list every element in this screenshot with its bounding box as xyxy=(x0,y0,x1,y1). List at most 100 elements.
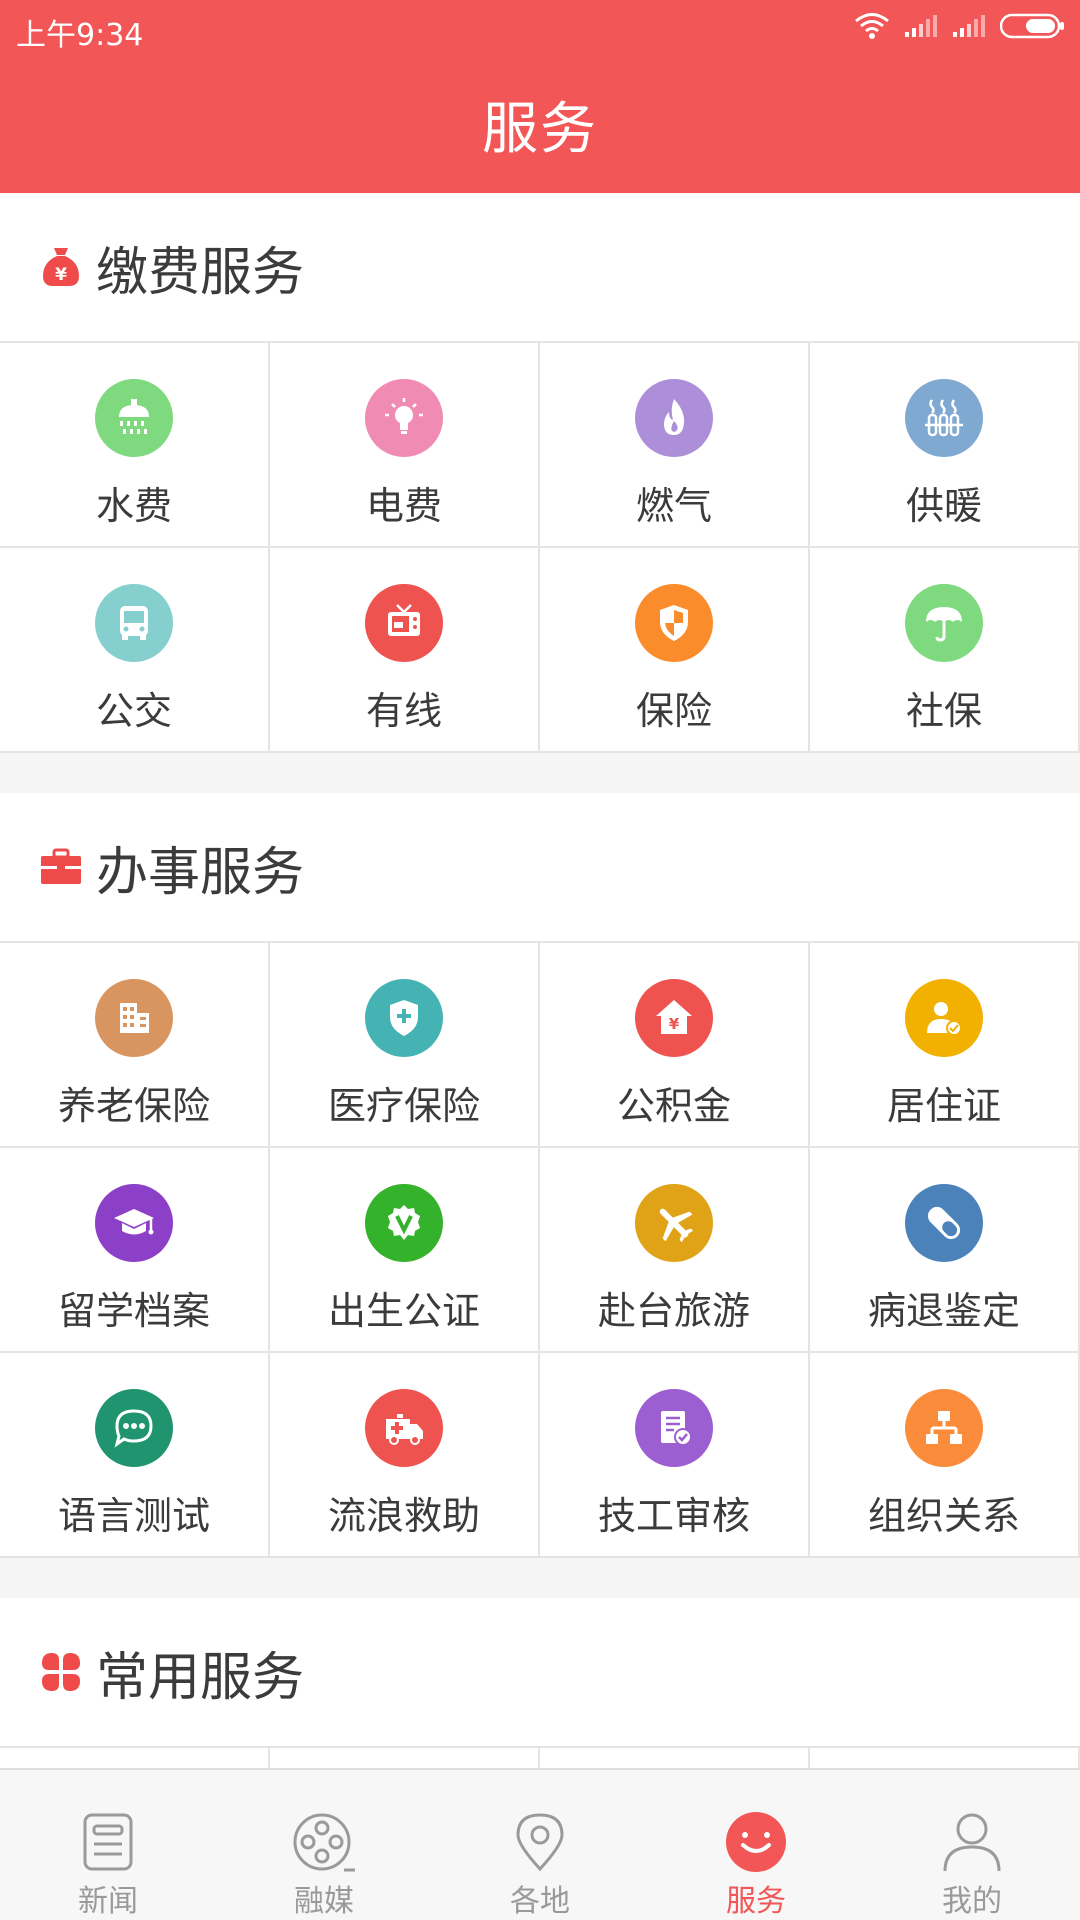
service-heating[interactable]: 供暖 xyxy=(810,343,1080,548)
section-gap xyxy=(0,1558,1080,1598)
shower-icon xyxy=(95,379,173,457)
service-label: 病退鉴定 xyxy=(867,1289,1020,1333)
affairs-services-section: 办事服务 养老保险 医疗保险 ¥ 公积金 居住证 留学档案 出生公证 赴台旅游 … xyxy=(0,793,1080,1558)
tab-label: 新闻 xyxy=(78,1884,138,1919)
service-label: 赴台旅游 xyxy=(597,1289,750,1333)
section-gap xyxy=(0,753,1080,793)
service-technician-review[interactable]: 技工审核 xyxy=(540,1353,810,1558)
service-organization-relation[interactable]: 组织关系 xyxy=(810,1353,1080,1558)
money-bag-icon: ¥ xyxy=(40,246,82,288)
service-housing-fund[interactable]: ¥ 公积金 xyxy=(540,943,810,1148)
common-services-section: 常用服务 xyxy=(0,1598,1080,1768)
film-reel-icon xyxy=(292,1810,356,1874)
person-check-icon xyxy=(905,979,983,1057)
service-label: 公积金 xyxy=(616,1084,731,1128)
service-label: 养老保险 xyxy=(57,1084,210,1128)
tab-media[interactable]: 融媒 xyxy=(216,1770,432,1920)
service-label: 医疗保险 xyxy=(327,1084,480,1128)
tab-label: 服务 xyxy=(726,1884,786,1919)
shield-icon xyxy=(635,584,713,662)
graduation-cap-icon xyxy=(95,1184,173,1262)
service-medical-retirement[interactable]: 病退鉴定 xyxy=(810,1148,1080,1353)
service-label: 燃气 xyxy=(635,484,712,528)
tab-label: 各地 xyxy=(510,1884,570,1919)
service-content[interactable]: ¥ 缴费服务 水费 电费 燃气 供暖 公交 有线 保险 社保 办事服务 养老保险… xyxy=(0,193,1080,1768)
service-taiwan-travel[interactable]: 赴台旅游 xyxy=(540,1148,810,1353)
tv-icon xyxy=(365,584,443,662)
bottom-tab-bar: 新闻 融媒 各地 服务 我的 xyxy=(0,1768,1080,1920)
service-label: 保险 xyxy=(635,689,712,733)
status-time: 上午9:34 xyxy=(16,18,144,53)
service-label: 技工审核 xyxy=(597,1494,750,1538)
tab-regions[interactable]: 各地 xyxy=(432,1770,648,1920)
tab-label: 融媒 xyxy=(294,1884,354,1919)
page-title: 服务 xyxy=(482,97,598,162)
news-icon xyxy=(76,1810,140,1874)
service-cable-tv[interactable]: 有线 xyxy=(270,548,540,753)
service-gas[interactable]: 燃气 xyxy=(540,343,810,548)
svg-text:¥: ¥ xyxy=(55,265,67,285)
svg-text:¥: ¥ xyxy=(669,1015,680,1033)
smile-icon xyxy=(724,1810,788,1874)
service-grid: 水费 电费 燃气 供暖 公交 有线 保险 社保 xyxy=(0,343,1080,753)
medical-shield-icon xyxy=(365,979,443,1057)
battery-icon xyxy=(999,13,1066,43)
service-social-security[interactable]: 社保 xyxy=(810,548,1080,753)
clover-icon xyxy=(40,1651,82,1693)
service-label: 公交 xyxy=(95,689,172,733)
chat-bubble-icon xyxy=(95,1389,173,1467)
service-cell-empty xyxy=(0,1748,270,1768)
service-birth-notarization[interactable]: 出生公证 xyxy=(270,1148,540,1353)
service-residence-permit[interactable]: 居住证 xyxy=(810,943,1080,1148)
wifi-icon xyxy=(854,12,890,44)
service-medical-insurance[interactable]: 医疗保险 xyxy=(270,943,540,1148)
tab-services[interactable]: 服务 xyxy=(648,1770,864,1920)
tab-mine[interactable]: 我的 xyxy=(864,1770,1080,1920)
signal-icon xyxy=(904,14,938,42)
tab-news[interactable]: 新闻 xyxy=(0,1770,216,1920)
org-chart-icon xyxy=(905,1389,983,1467)
building-icon xyxy=(95,979,173,1057)
service-label: 水费 xyxy=(95,484,172,528)
service-insurance[interactable]: 保险 xyxy=(540,548,810,753)
location-pin-icon xyxy=(508,1810,572,1874)
tab-label: 我的 xyxy=(942,1884,1002,1919)
service-cell-empty xyxy=(810,1748,1080,1768)
v-badge-icon xyxy=(365,1184,443,1262)
service-grid: 养老保险 医疗保险 ¥ 公积金 居住证 留学档案 出生公证 赴台旅游 病退鉴定 … xyxy=(0,943,1080,1558)
service-cell-empty xyxy=(270,1748,540,1768)
flame-icon xyxy=(635,379,713,457)
payment-services-section: ¥ 缴费服务 水费 电费 燃气 供暖 公交 有线 保险 社保 xyxy=(0,193,1080,753)
service-label: 供暖 xyxy=(905,484,982,528)
service-label: 语言测试 xyxy=(57,1494,210,1538)
section-title: 常用服务 xyxy=(96,1647,305,1708)
service-cell-empty xyxy=(540,1748,810,1768)
section-header: ¥ 缴费服务 xyxy=(0,193,1080,343)
service-pension-insurance[interactable]: 养老保险 xyxy=(0,943,270,1148)
briefcase-icon xyxy=(40,846,82,888)
service-label: 有线 xyxy=(365,689,442,733)
pill-icon xyxy=(905,1184,983,1262)
service-label: 出生公证 xyxy=(327,1289,480,1333)
document-check-icon xyxy=(635,1389,713,1467)
service-water[interactable]: 水费 xyxy=(0,343,270,548)
service-grid xyxy=(0,1748,1080,1768)
house-yen-icon: ¥ xyxy=(635,979,713,1057)
section-header: 常用服务 xyxy=(0,1598,1080,1748)
service-bus[interactable]: 公交 xyxy=(0,548,270,753)
airplane-icon xyxy=(635,1184,713,1262)
title-bar: 服务 xyxy=(0,56,1080,193)
service-label: 留学档案 xyxy=(57,1289,210,1333)
person-icon xyxy=(940,1810,1004,1874)
service-study-abroad-archive[interactable]: 留学档案 xyxy=(0,1148,270,1353)
section-title: 缴费服务 xyxy=(96,242,305,303)
service-label: 居住证 xyxy=(886,1084,1001,1128)
signal-icon-2 xyxy=(952,14,986,42)
service-language-test[interactable]: 语言测试 xyxy=(0,1353,270,1558)
ambulance-icon xyxy=(365,1389,443,1467)
section-title: 办事服务 xyxy=(96,842,305,903)
heater-icon xyxy=(905,379,983,457)
service-electricity[interactable]: 电费 xyxy=(270,343,540,548)
service-vagrant-aid[interactable]: 流浪救助 xyxy=(270,1353,540,1558)
umbrella-icon xyxy=(905,584,983,662)
